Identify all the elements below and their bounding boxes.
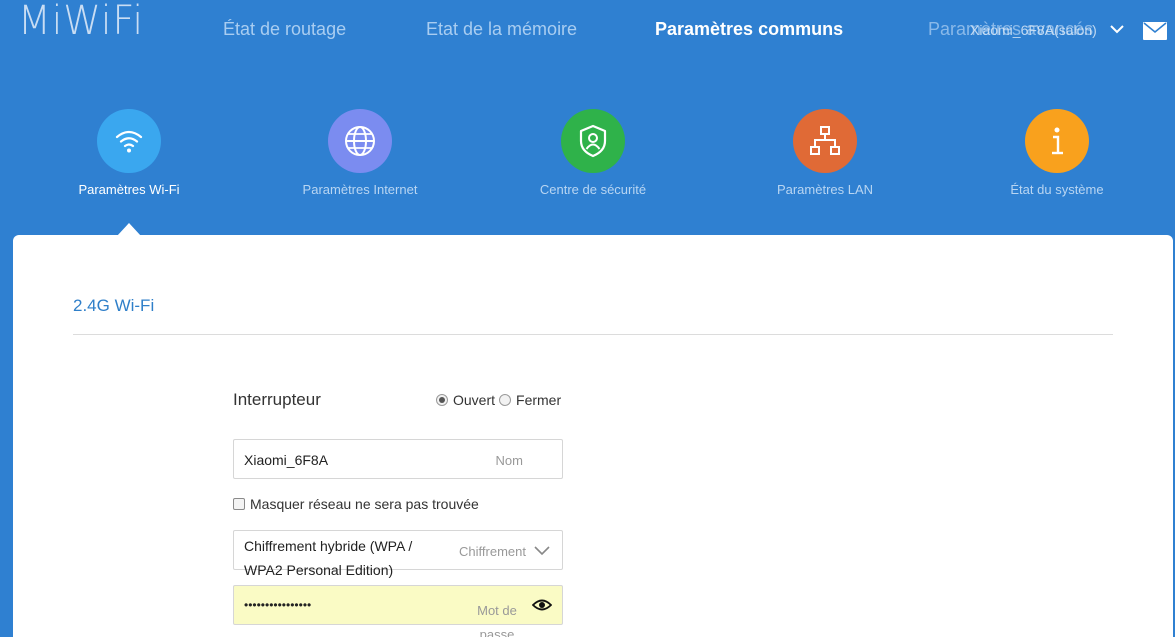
wifi-settings-panel: 2.4G Wi-Fi Interrupteur Ouvert Fermer Xi… [13, 235, 1173, 637]
section-divider [73, 334, 1113, 335]
radio-close[interactable] [499, 394, 512, 406]
section-title: 2.4G Wi-Fi [73, 296, 155, 315]
hide-network-row[interactable]: Masquer réseau ne sera pas trouvée [233, 496, 479, 512]
top-navigation: État de routage Etat de la mémoire Param… [0, 0, 1175, 60]
radio-open[interactable] [436, 394, 448, 406]
switch-radio-group: Ouvert Fermer [436, 392, 565, 408]
nav-storage-status[interactable]: Etat de la mémoire [426, 19, 577, 40]
wifi-name-field[interactable]: Xiaomi_6F8A Nom [233, 439, 563, 479]
settings-category-bar: Paramètres Wi-Fi Paramètres Internet Cen… [0, 100, 1175, 210]
info-icon [1025, 109, 1089, 173]
password-field[interactable]: •••••••••••••••• Mot de passe [233, 585, 563, 637]
nav-common-settings[interactable]: Paramètres communs [655, 19, 843, 40]
encryption-placeholder: Chiffrement [459, 544, 526, 559]
encryption-select[interactable]: Chiffrement hybride (WPA / WPA2 Personal… [233, 530, 563, 578]
category-label: Paramètres LAN [776, 182, 874, 197]
hide-network-label[interactable]: Masquer réseau ne sera pas trouvée [250, 496, 479, 512]
network-icon [793, 109, 857, 173]
category-wifi-settings[interactable]: Paramètres Wi-Fi [39, 100, 219, 197]
eye-icon[interactable] [532, 598, 552, 612]
wifi-icon [97, 109, 161, 173]
globe-icon [328, 109, 392, 173]
switch-label: Interrupteur [233, 390, 321, 409]
radio-close-label[interactable]: Fermer [516, 392, 561, 408]
mail-icon[interactable] [1143, 22, 1167, 40]
nav-routing-status[interactable]: État de routage [223, 19, 346, 40]
password-value[interactable]: •••••••••••••••• [244, 598, 311, 612]
category-label: Centre de sécurité [539, 182, 647, 197]
router-name[interactable]: Xiaomi_6F8A(salon) [970, 22, 1097, 38]
shield-user-icon [561, 109, 625, 173]
wifi-name-placeholder: Nom [495, 453, 523, 468]
category-lan-settings[interactable]: Paramètres LAN [735, 100, 915, 197]
chevron-down-icon[interactable] [534, 543, 550, 557]
category-system-status[interactable]: État du système [967, 100, 1147, 197]
category-label: État du système [1010, 182, 1104, 197]
chevron-down-icon[interactable] [1109, 21, 1125, 37]
category-security-center[interactable]: Centre de sécurité [503, 100, 683, 197]
wifi-name-value[interactable]: Xiaomi_6F8A [244, 452, 328, 468]
password-placeholder: Mot de passe [477, 603, 517, 637]
hide-network-checkbox[interactable] [233, 498, 245, 510]
encryption-value[interactable]: Chiffrement hybride (WPA / WPA2 Personal… [244, 534, 424, 582]
category-label: Paramètres Wi-Fi [78, 182, 180, 197]
radio-open-label[interactable]: Ouvert [453, 392, 495, 408]
category-internet-settings[interactable]: Paramètres Internet [270, 100, 450, 197]
category-label: Paramètres Internet [302, 182, 418, 197]
